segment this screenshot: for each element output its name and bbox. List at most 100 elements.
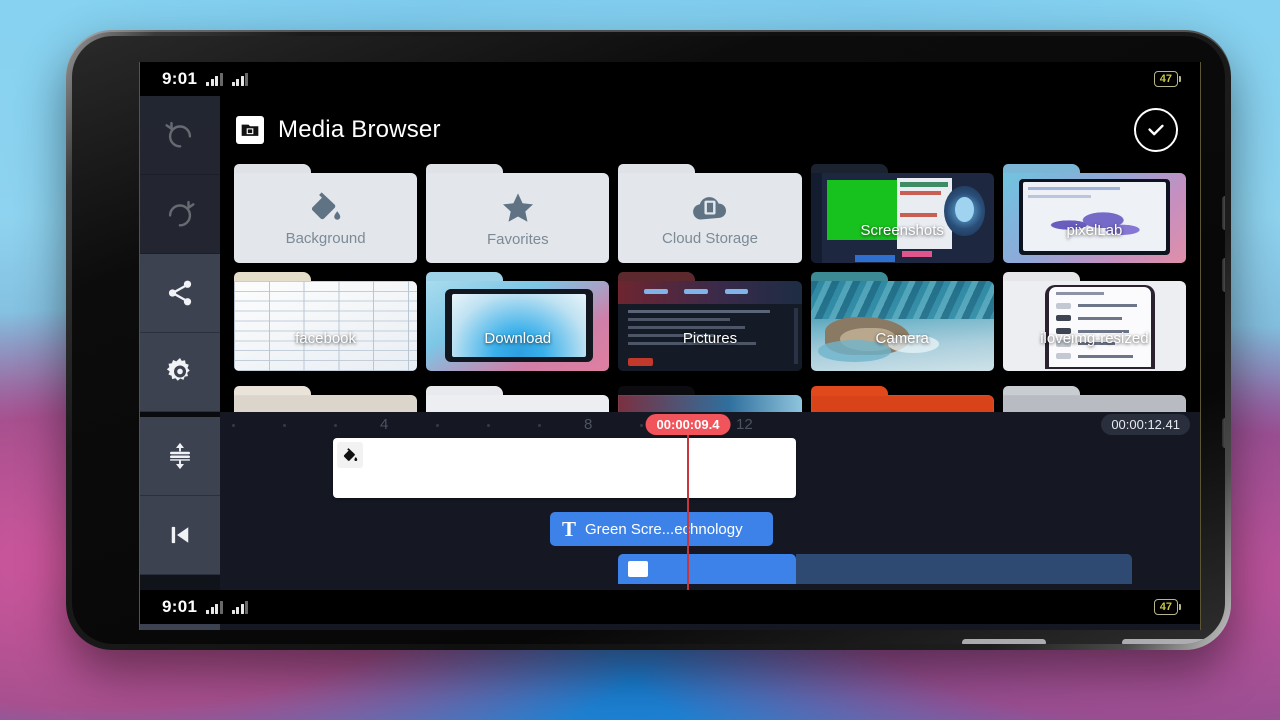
ruler-tick: 4 (380, 416, 389, 433)
sticker-icon (628, 561, 648, 577)
cloud-film-icon (693, 196, 726, 220)
playhead[interactable] (687, 432, 689, 590)
album-body: Pictures (618, 281, 802, 371)
album-tile-download[interactable]: Download (426, 272, 610, 371)
undo-icon (165, 121, 192, 148)
share-button[interactable] (140, 254, 220, 333)
media-browser-panel: Media Browser Background Favorites Cloud… (220, 96, 1200, 412)
album-thumbnail (234, 281, 418, 371)
paint-bucket-icon (337, 442, 363, 468)
total-duration-badge: 00:00:12.41 (1101, 414, 1190, 435)
settings-button[interactable] (140, 333, 220, 412)
rail-residual (140, 624, 1200, 630)
rail-residual-block (140, 624, 220, 630)
folder-tile-background[interactable]: Background (234, 164, 418, 263)
folder-body: Background (234, 173, 418, 263)
signal-bars-icon-1 (206, 72, 223, 86)
folder-label: Favorites (486, 230, 549, 248)
skip-to-start-button[interactable] (140, 496, 220, 575)
ruler-dot (334, 424, 337, 427)
expand-timeline-button[interactable] (140, 417, 220, 496)
ruler-tick: 8 (584, 416, 593, 433)
phone-bezel: 9:01 47 Media Browser Background Favorit… (72, 36, 1225, 644)
battery-indicator-bottom: 47 (1153, 599, 1178, 615)
status-bar-bottom: 9:01 47 (140, 590, 1200, 624)
volume-down-button[interactable] (1222, 258, 1225, 292)
album-thumbnail (426, 281, 610, 371)
signal-bars-icon-2 (231, 72, 249, 86)
album-tile-pixellab[interactable]: pixelLab (1002, 164, 1186, 263)
paint-bucket-icon (311, 191, 340, 220)
status-bar-top: 9:01 47 (140, 62, 1200, 96)
power-button[interactable] (1222, 418, 1225, 448)
signal-bars-icon-4 (231, 600, 249, 614)
battery-indicator: 47 (1153, 71, 1178, 87)
ruler-dot (487, 424, 490, 427)
page-title: Media Browser (278, 116, 441, 143)
timeline-clip-sticker-tail[interactable] (796, 554, 1132, 584)
album-body: Screenshots (810, 173, 994, 263)
album-tile-partial[interactable] (234, 386, 418, 412)
status-time-bottom: 9:01 (162, 597, 198, 616)
timeline-residual-block (220, 624, 1200, 630)
gear-icon (166, 358, 190, 381)
album-tile-screenshots[interactable]: Screenshots (810, 164, 994, 263)
album-thumbnail (1002, 173, 1186, 263)
expand-collapse-icon (170, 442, 190, 470)
text-tool-icon: T (562, 516, 577, 541)
charging-port (1122, 639, 1225, 644)
folder-body: Favorites (426, 173, 610, 263)
timeline-clip-label: Green Scre...echnology (585, 520, 743, 538)
confirm-button[interactable] (1134, 108, 1178, 152)
volume-up-button[interactable] (1222, 196, 1225, 230)
folder-tile-favorites[interactable]: Favorites (426, 164, 610, 263)
ruler-dot (232, 424, 235, 427)
main-content: Media Browser Background Favorites Cloud… (220, 96, 1200, 590)
timeline-clip-sticker[interactable] (618, 554, 796, 584)
album-thumbnail (1002, 281, 1186, 371)
album-thumbnail (810, 173, 994, 263)
album-tile-pictures[interactable]: Pictures (618, 272, 802, 371)
album-thumbnail (810, 281, 994, 371)
timeline-clip-text[interactable]: T Green Scre...echnology (550, 512, 773, 546)
speaker-grille (962, 639, 1046, 644)
album-tile-camera[interactable]: Camera (810, 272, 994, 371)
media-grid-row-partial (220, 386, 1200, 412)
album-body: Camera (810, 281, 994, 371)
folder-label: Background (285, 229, 366, 247)
phone-device: 9:01 47 Media Browser Background Favorit… (66, 30, 1231, 650)
album-body: Download (426, 281, 610, 371)
media-browser-icon (236, 116, 264, 144)
phone-screen: 9:01 47 Media Browser Background Favorit… (139, 62, 1201, 630)
signal-bars-icon-3 (206, 600, 223, 614)
folder-label: Cloud Storage (662, 229, 758, 247)
star-icon (502, 192, 533, 222)
media-grid: Background Favorites Cloud Storage Scree… (220, 164, 1200, 386)
album-body: iloveimg-resized (1002, 281, 1186, 371)
share-icon (168, 280, 192, 306)
tool-rail (140, 96, 220, 590)
album-body: facebook (234, 281, 418, 371)
timeline-panel[interactable]: 4 8 12 00:00:09.4 00:00:12.41 T Green Sc… (220, 412, 1200, 590)
ruler-dot (436, 424, 439, 427)
skip-previous-icon (171, 526, 189, 544)
album-tile-iloveimg-resized[interactable]: iloveimg-resized (1002, 272, 1186, 371)
check-circle-icon (1148, 124, 1164, 136)
playhead-time-badge: 00:00:09.4 (645, 414, 731, 435)
redo-icon (168, 200, 195, 227)
folder-tile-cloud-storage[interactable]: Cloud Storage (618, 164, 802, 263)
redo-button[interactable] (140, 175, 220, 254)
album-tile-facebook[interactable]: facebook (234, 272, 418, 371)
undo-button[interactable] (140, 96, 220, 175)
ruler-dot (640, 424, 643, 427)
status-time: 9:01 (162, 69, 198, 88)
folder-body: Cloud Storage (618, 173, 802, 263)
timeline-ruler[interactable]: 4 8 12 00:00:09.4 00:00:12.41 (220, 412, 1200, 438)
ruler-tick: 12 (736, 416, 753, 433)
album-tile-partial[interactable] (618, 386, 802, 412)
album-tile-partial[interactable] (426, 386, 610, 412)
timeline-clip-background[interactable] (333, 438, 796, 498)
album-tile-partial[interactable] (1002, 386, 1186, 412)
ruler-dot (283, 424, 286, 427)
album-tile-partial[interactable] (810, 386, 994, 412)
